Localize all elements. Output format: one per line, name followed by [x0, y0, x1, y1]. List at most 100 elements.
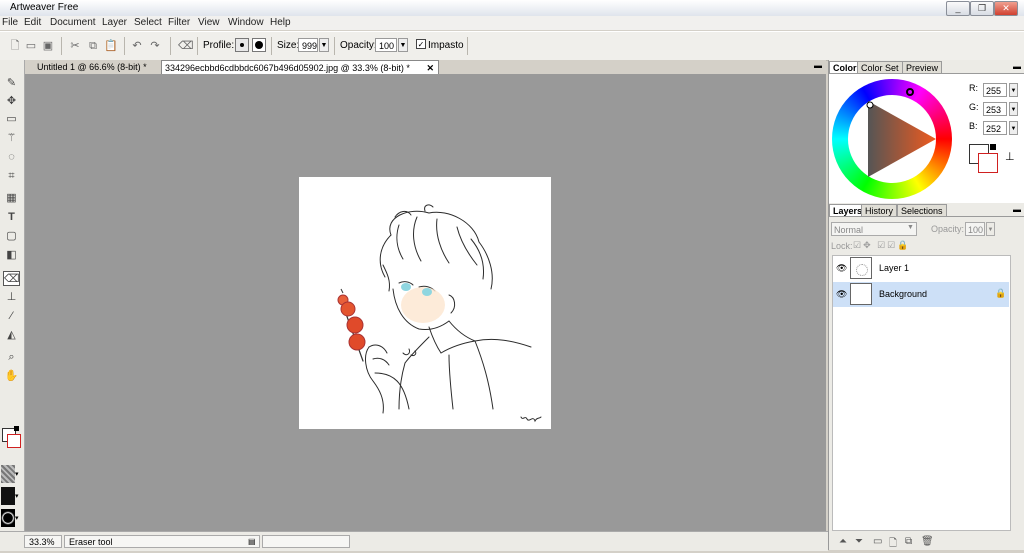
title-bar: Artweaver Free _ ❐ ✕ — [0, 0, 1024, 17]
brush-profile-soft-button[interactable] — [252, 38, 266, 52]
zoom-tool-icon[interactable]: ⌕ — [3, 350, 20, 365]
tab-menu-icon[interactable]: ▬ — [814, 62, 823, 70]
menu-layer[interactable]: Layer — [102, 17, 127, 28]
tab-untitled-1[interactable]: Untitled 1 @ 66.6% (8-bit) * — [25, 60, 161, 74]
menu-select[interactable]: Select — [134, 17, 162, 28]
color-wheel[interactable] — [832, 79, 952, 199]
move-layer-down-icon[interactable]: ⏷ — [855, 536, 863, 547]
blend-mode-dropdown-icon[interactable]: ▼ — [907, 224, 914, 231]
status-tool-name: Eraser tool — [64, 535, 260, 548]
size-input[interactable]: 999 — [298, 38, 318, 52]
brush-tool-icon[interactable]: ✎ — [3, 76, 20, 91]
tab-jpg-document[interactable]: 334296ecbbd6cdbbdc6067b496d05902.jpg @ 3… — [161, 60, 439, 74]
redo-icon[interactable]: ↷ — [148, 39, 162, 53]
crop-tool-icon[interactable]: ⌗ — [3, 169, 20, 184]
opacity-input[interactable]: 100 — [375, 38, 397, 52]
options-toolbar: 🗋 ▭ ▣ ✂ ⧉ 📋 ↶ ↷ ⌫ Profile: Size: 999 ▼ O… — [0, 31, 1024, 61]
blue-input[interactable]: 252 — [983, 121, 1007, 135]
tab-history[interactable]: History — [861, 204, 898, 216]
visibility-eye-icon[interactable]: 👁 — [836, 289, 847, 299]
minimize-button[interactable]: _ — [946, 1, 970, 16]
eyedropper-tool-icon[interactable]: ⁄ — [3, 309, 20, 324]
move-tool-icon[interactable]: ✥ — [3, 94, 20, 109]
menu-edit[interactable]: Edit — [24, 17, 41, 28]
layer-properties-icon[interactable]: ▭ — [873, 536, 882, 547]
menu-view[interactable]: View — [198, 17, 220, 28]
undo-icon[interactable]: ↶ — [130, 39, 144, 53]
menu-filter[interactable]: Filter — [168, 17, 190, 28]
panel-swap-icon[interactable] — [990, 144, 996, 150]
tab-selections[interactable]: Selections — [897, 204, 947, 216]
swap-colors-icon[interactable] — [14, 426, 19, 431]
blue-label: B: — [969, 121, 978, 131]
layer-opacity-input[interactable]: 100 — [965, 222, 985, 236]
texture-thumbnail[interactable] — [1, 465, 15, 483]
menu-help[interactable]: Help — [270, 17, 291, 28]
status-info-icon[interactable]: ▤ — [248, 537, 256, 546]
layer-row-layer-1[interactable]: 👁 Layer 1 — [833, 256, 1009, 281]
eraser-icon[interactable]: ⌫ — [178, 39, 194, 53]
open-icon[interactable]: ▭ — [24, 39, 38, 53]
move-layer-up-icon[interactable]: ⏶ — [839, 536, 847, 547]
text-tool-icon[interactable]: T — [3, 210, 20, 225]
shape-dropdown-icon[interactable]: ▾ — [15, 514, 19, 522]
blue-dropdown-icon[interactable]: ▼ — [1009, 121, 1018, 135]
visibility-eye-icon[interactable]: 👁 — [836, 263, 847, 273]
restore-button[interactable]: ❐ — [970, 1, 994, 16]
close-button[interactable]: ✕ — [994, 1, 1018, 16]
lock-options[interactable]: ☑✥ ☑☑🔒 — [853, 240, 910, 251]
copy-icon[interactable]: ⧉ — [86, 39, 100, 53]
new-layer-icon[interactable]: 🗋 — [889, 536, 897, 553]
perspective-tool-icon[interactable]: ▦ — [3, 191, 20, 206]
cut-icon[interactable]: ✂ — [68, 39, 82, 53]
close-tab-icon[interactable]: ✕ — [426, 61, 434, 75]
red-input[interactable]: 255 — [983, 83, 1007, 97]
tab-color[interactable]: Color — [829, 61, 861, 73]
save-icon[interactable]: ▣ — [41, 39, 55, 53]
green-input[interactable]: 253 — [983, 102, 1007, 116]
layers-panel-menu-icon[interactable]: ▬ — [1013, 205, 1021, 214]
stamp-icon[interactable]: ⊥ — [1005, 150, 1015, 163]
layer-thumbnail — [850, 283, 872, 305]
size-dropdown-icon[interactable]: ▼ — [319, 38, 329, 52]
layer-opacity-dropdown-icon[interactable]: ▼ — [986, 222, 995, 236]
background-swatch[interactable] — [7, 434, 21, 448]
color-panel-menu-icon[interactable]: ▬ — [1013, 62, 1021, 71]
red-row: R: 255 ▼ — [969, 83, 1018, 97]
gradient-tool-icon[interactable]: ◧ — [3, 248, 20, 263]
layer-row-background[interactable]: 👁 Background 🔒 — [833, 282, 1009, 307]
color-triangle[interactable] — [832, 79, 952, 199]
delete-layer-icon[interactable]: 🗑 — [921, 536, 934, 547]
brush-profile-hard-button[interactable] — [235, 38, 249, 52]
artwork-canvas[interactable] — [299, 177, 551, 429]
lasso-tool-icon[interactable]: ◌ — [3, 150, 20, 165]
hand-tool-icon[interactable]: ✋ — [3, 369, 20, 384]
brush-preview-thumbnail[interactable] — [1, 487, 15, 505]
green-dropdown-icon[interactable]: ▼ — [1009, 102, 1018, 116]
tab-color-set[interactable]: Color Set — [857, 61, 903, 73]
opacity-dropdown-icon[interactable]: ▼ — [398, 38, 408, 52]
red-dropdown-icon[interactable]: ▼ — [1009, 83, 1018, 97]
brush-shape-thumbnail[interactable] — [1, 509, 15, 527]
zoom-level[interactable]: 33.3% — [24, 535, 62, 548]
opacity-label: Opacity: — [340, 40, 377, 51]
blend-mode-select[interactable]: Normal — [831, 222, 917, 236]
shape-tool-icon[interactable]: ▢ — [3, 229, 20, 244]
brush-dropdown-icon[interactable]: ▾ — [15, 492, 19, 500]
paste-icon[interactable]: 📋 — [104, 39, 118, 53]
panel-background-swatch[interactable] — [978, 153, 998, 173]
menu-file[interactable]: File — [2, 17, 18, 28]
menu-document[interactable]: Document — [50, 17, 96, 28]
layer-opacity-label: Opacity: — [931, 224, 965, 234]
eraser-tool-icon[interactable]: ⌫ — [3, 271, 20, 286]
menu-window[interactable]: Window — [228, 17, 264, 28]
paint-bucket-tool-icon[interactable]: ◭ — [3, 328, 20, 343]
magic-wand-tool-icon[interactable]: ⚚ — [3, 131, 20, 146]
tab-preview[interactable]: Preview — [902, 61, 943, 73]
new-icon[interactable]: 🗋 — [8, 39, 22, 53]
layer-folder-icon[interactable]: ⧉ — [905, 536, 912, 547]
impasto-checkbox[interactable]: ✓ — [416, 39, 426, 49]
texture-dropdown-icon[interactable]: ▾ — [15, 470, 19, 478]
clone-stamp-tool-icon[interactable]: ⊥ — [3, 290, 20, 305]
rect-select-tool-icon[interactable]: ▭ — [3, 112, 20, 127]
